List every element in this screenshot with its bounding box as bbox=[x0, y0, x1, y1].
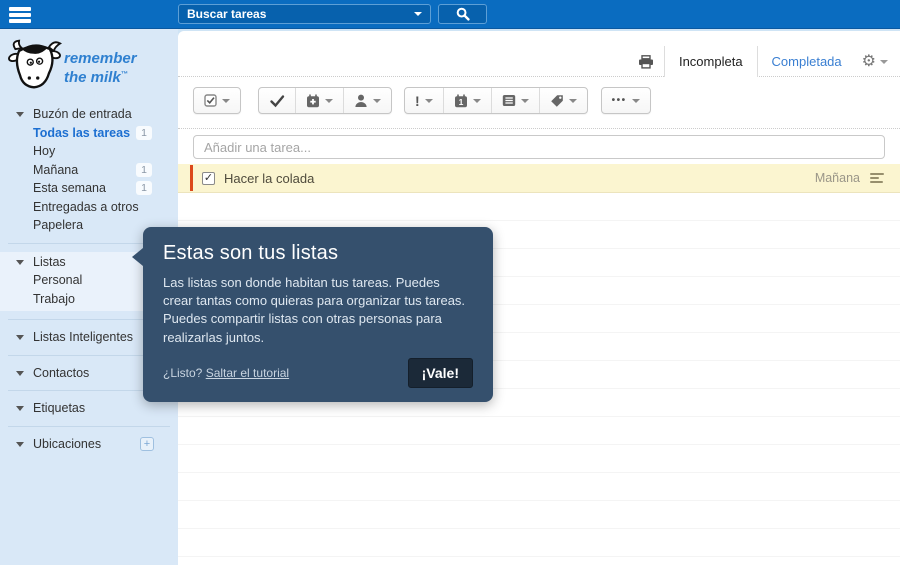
settings-button[interactable]: ⚙ bbox=[862, 54, 888, 70]
chevron-down-icon bbox=[325, 98, 333, 103]
chevron-down-icon[interactable] bbox=[414, 12, 422, 16]
chevron-down-icon[interactable] bbox=[16, 441, 24, 447]
chevron-down-icon[interactable] bbox=[16, 112, 24, 117]
task-checkbox[interactable]: ✓ bbox=[202, 171, 215, 185]
move-to-list-button[interactable] bbox=[490, 88, 539, 113]
tag-button[interactable] bbox=[538, 88, 587, 113]
empty-row bbox=[178, 193, 900, 221]
person-icon bbox=[355, 94, 367, 107]
check-icon bbox=[270, 94, 285, 107]
tab-incomplete[interactable]: Incompleta bbox=[663, 46, 758, 77]
sidebar-item-inbox[interactable]: Buzón de entrada bbox=[0, 105, 178, 124]
complete-button[interactable] bbox=[259, 88, 295, 113]
task-title: Hacer la colada bbox=[224, 170, 315, 186]
postpone-button[interactable] bbox=[295, 88, 343, 113]
empty-row bbox=[178, 529, 900, 557]
gear-icon: ⚙ bbox=[861, 53, 876, 70]
chevron-down-icon[interactable] bbox=[16, 406, 24, 411]
tag-icon bbox=[550, 94, 563, 107]
chevron-down-icon bbox=[631, 98, 640, 103]
search-icon bbox=[456, 7, 470, 21]
search-scope-label: Buscar tareas bbox=[187, 7, 267, 21]
task-due-date: Mañana bbox=[814, 171, 860, 185]
chevron-down-icon bbox=[568, 98, 577, 103]
svg-text:1: 1 bbox=[458, 97, 463, 107]
list-icon bbox=[502, 95, 515, 106]
tab-complete[interactable]: Completada bbox=[758, 46, 856, 77]
sidebar-item-this-week[interactable]: Esta semana 1 bbox=[0, 179, 178, 198]
toolbar-separator bbox=[178, 128, 900, 129]
tooltip-arrow bbox=[132, 248, 143, 266]
search-input[interactable]: Buscar tareas bbox=[178, 4, 431, 24]
chevron-down-icon[interactable] bbox=[16, 335, 24, 340]
empty-row bbox=[178, 417, 900, 445]
calendar-day-icon: 1 bbox=[454, 94, 467, 107]
add-task-input[interactable] bbox=[193, 135, 885, 159]
more-actions-button[interactable]: ••• bbox=[602, 88, 650, 113]
task-toolbar: ! 1 ••• bbox=[178, 77, 900, 114]
chevron-down-icon bbox=[424, 98, 433, 103]
ready-label: ¿Listo? bbox=[163, 365, 203, 380]
chevron-down-icon bbox=[520, 98, 529, 103]
sidebar-item-tomorrow[interactable]: Mañana 1 bbox=[0, 161, 178, 180]
sidebar-item-tags[interactable]: Etiquetas bbox=[0, 399, 178, 418]
skip-tutorial-link[interactable]: Saltar el tutorial bbox=[206, 366, 289, 380]
select-tasks-dropdown-button[interactable] bbox=[194, 88, 240, 113]
sidebar-divider bbox=[8, 425, 170, 427]
sidebar-item-locations[interactable]: Ubicaciones + bbox=[0, 435, 178, 454]
trademark: ™ bbox=[120, 71, 128, 78]
priority-button[interactable]: ! bbox=[405, 88, 443, 113]
ellipsis-icon: ••• bbox=[611, 95, 627, 106]
notes-icon[interactable] bbox=[870, 171, 884, 185]
add-location-button[interactable]: + bbox=[140, 437, 154, 451]
cow-logo-icon bbox=[8, 39, 62, 89]
sidebar-item-given-to-others[interactable]: Entregadas a otros bbox=[0, 198, 178, 217]
priority-bar bbox=[190, 165, 193, 191]
task-row[interactable]: ✓ Hacer la colada Mañana bbox=[178, 164, 900, 193]
app-logo[interactable]: remember the milk™ bbox=[6, 35, 137, 93]
chevron-down-icon[interactable] bbox=[16, 259, 24, 265]
print-button[interactable] bbox=[638, 55, 654, 69]
chevron-down-icon[interactable] bbox=[16, 370, 24, 376]
sidebar-item-today[interactable]: Hoy bbox=[0, 142, 178, 161]
tutorial-tooltip: Estas son tus listas Las listas son dond… bbox=[132, 227, 493, 402]
checkbox-check-icon bbox=[204, 94, 217, 107]
count-badge: 1 bbox=[136, 162, 152, 177]
empty-row bbox=[178, 473, 900, 501]
empty-row bbox=[178, 445, 900, 473]
logo-wordmark: remember the milk™ bbox=[64, 50, 137, 86]
printer-icon bbox=[638, 55, 653, 69]
menu-icon[interactable] bbox=[9, 7, 31, 25]
top-bar: Buscar tareas bbox=[0, 0, 900, 29]
chevron-down-icon bbox=[472, 98, 481, 103]
count-badge: 1 bbox=[136, 181, 152, 195]
chevron-down-icon bbox=[222, 98, 230, 103]
skip-tutorial: ¿Listo? Saltar el tutorial bbox=[163, 366, 289, 380]
chevron-down-icon bbox=[880, 60, 888, 64]
search-button[interactable] bbox=[438, 4, 487, 24]
duedate-button[interactable]: 1 bbox=[442, 88, 491, 113]
assign-button[interactable] bbox=[343, 88, 391, 113]
ok-button[interactable]: ¡Vale! bbox=[407, 357, 473, 388]
tooltip-title: Estas son tus listas bbox=[163, 242, 339, 264]
count-badge: 1 bbox=[136, 125, 152, 140]
chevron-down-icon bbox=[373, 98, 381, 103]
sidebar-item-all-tasks[interactable]: Todas las tareas 1 bbox=[0, 124, 178, 143]
empty-row bbox=[178, 501, 900, 529]
calendar-plus-icon bbox=[307, 94, 319, 107]
tooltip-body: Las listas son donde habitan tus tareas.… bbox=[163, 275, 466, 345]
exclamation-icon: ! bbox=[415, 92, 420, 109]
list-header: Incompleta Completada ⚙ bbox=[178, 31, 900, 77]
